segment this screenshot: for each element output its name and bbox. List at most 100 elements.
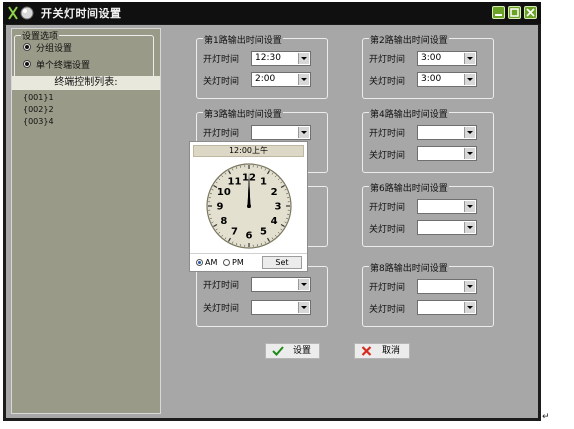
on-time-select[interactable]: 12:30 — [251, 51, 311, 66]
clock-number: 9 — [217, 202, 224, 213]
checkmark-icon — [272, 346, 284, 356]
group-title: 第8路输出时间设置 — [369, 261, 449, 274]
on-time-select[interactable] — [251, 277, 311, 292]
on-time-value: 12:30 — [255, 53, 281, 63]
maximize-icon — [510, 8, 519, 17]
window-title: 开关灯时间设置 — [41, 7, 122, 20]
off-time-select[interactable]: 2:00 — [251, 72, 311, 87]
dropdown-arrow-icon[interactable] — [298, 302, 309, 313]
on-time-value: 3:00 — [421, 53, 442, 63]
clock-number: 3 — [275, 202, 282, 213]
app-logo-icon — [8, 6, 34, 20]
terminal-list-item[interactable]: {003}4 — [23, 117, 54, 126]
clock-center — [247, 204, 251, 208]
time-picker-footer: AM PM Set — [190, 253, 307, 272]
on-time-label: 开灯时间 — [203, 281, 240, 291]
dropdown-arrow-icon[interactable] — [464, 222, 475, 233]
dropdown-arrow-icon[interactable] — [298, 74, 309, 85]
ok-button-label: 设置 — [293, 346, 312, 356]
off-time-value: 3:00 — [421, 74, 442, 84]
pm-radio[interactable] — [223, 259, 230, 266]
on-time-select[interactable] — [417, 279, 477, 294]
off-time-label: 关灯时间 — [203, 77, 240, 87]
output-group-6: 第6路输出时间设置 开灯时间 关灯时间 — [362, 181, 494, 247]
on-time-select[interactable] — [251, 125, 311, 140]
group-title: 第6路输出时间设置 — [369, 181, 449, 194]
off-time-label: 关灯时间 — [203, 304, 240, 314]
dropdown-arrow-icon[interactable] — [298, 279, 309, 290]
analog-clock-face[interactable]: 121234567891011 — [200, 161, 298, 251]
on-time-select[interactable] — [417, 199, 477, 214]
on-time-label: 开灯时间 — [369, 129, 406, 139]
corner-glyph: ↵ — [542, 412, 550, 422]
on-time-label: 开灯时间 — [369, 55, 406, 65]
minimize-button[interactable] — [492, 6, 505, 19]
off-time-label: 关灯时间 — [369, 225, 406, 235]
clock-number: 5 — [260, 227, 267, 238]
off-time-select[interactable] — [417, 220, 477, 235]
output-group-4: 第4路输出时间设置 开灯时间 关灯时间 — [362, 107, 494, 173]
off-time-label: 关灯时间 — [369, 77, 406, 87]
time-picker-popup: 12:00上午 121234567891011 AM PM Set — [189, 141, 308, 272]
dropdown-arrow-icon[interactable] — [464, 201, 475, 212]
dropdown-arrow-icon[interactable] — [464, 148, 475, 159]
on-time-label: 开灯时间 — [369, 203, 406, 213]
pm-label[interactable]: PM — [232, 258, 244, 267]
on-time-label: 开灯时间 — [203, 129, 240, 139]
clock-number: 1 — [260, 176, 267, 187]
group-title: 第2路输出时间设置 — [369, 33, 449, 46]
group-title: 第1路输出时间设置 — [203, 33, 283, 46]
on-time-label: 开灯时间 — [369, 283, 406, 293]
maximize-button[interactable] — [508, 6, 521, 19]
single-terminal-radio[interactable] — [23, 60, 31, 68]
settings-options-group: 设置选项 分组设置 单个终端设置 — [14, 29, 154, 79]
single-terminal-label[interactable]: 单个终端设置 — [36, 58, 90, 71]
clock-number: 10 — [217, 187, 231, 198]
clock-number: 7 — [231, 227, 238, 238]
clock-number: 6 — [246, 231, 253, 242]
x-icon — [361, 346, 372, 356]
dropdown-arrow-icon[interactable] — [464, 281, 475, 292]
clock-number: 4 — [271, 216, 278, 227]
time-picker-header: 12:00上午 — [193, 145, 304, 157]
clock-number: 2 — [271, 187, 278, 198]
off-time-label: 关灯时间 — [369, 151, 406, 161]
minimize-icon — [495, 14, 502, 16]
close-icon — [526, 8, 535, 17]
dropdown-arrow-icon[interactable] — [298, 127, 309, 138]
group-setting-radio[interactable] — [23, 43, 31, 51]
am-radio[interactable] — [196, 259, 203, 266]
ok-button[interactable]: 设置 — [265, 343, 320, 359]
left-pane: 设置选项 分组设置 单个终端设置 终端控制列表: {001}1 {002}2 {… — [11, 28, 161, 414]
group-title: 第4路输出时间设置 — [369, 107, 449, 120]
off-time-select[interactable] — [417, 146, 477, 161]
terminal-list-item[interactable]: {001}1 — [23, 93, 54, 102]
set-time-button[interactable]: Set — [262, 256, 302, 269]
group-setting-label[interactable]: 分组设置 — [36, 41, 72, 54]
dropdown-arrow-icon[interactable] — [298, 53, 309, 64]
output-group-2: 第2路输出时间设置 开灯时间 3:00 关灯时间 3:00 — [362, 33, 494, 99]
terminal-list-item[interactable]: {002}2 — [23, 105, 54, 114]
on-time-select[interactable]: 3:00 — [417, 51, 477, 66]
on-time-select[interactable] — [417, 125, 477, 140]
dropdown-arrow-icon[interactable] — [464, 74, 475, 85]
off-time-value: 2:00 — [255, 74, 276, 84]
off-time-select[interactable] — [417, 300, 477, 315]
terminal-list-header: 终端控制列表: — [12, 76, 160, 90]
on-time-label: 开灯时间 — [203, 55, 240, 65]
close-button[interactable] — [524, 6, 537, 19]
clock-number: 8 — [220, 216, 227, 227]
cancel-button[interactable]: 取消 — [354, 343, 410, 359]
off-time-select[interactable] — [251, 300, 311, 315]
dropdown-arrow-icon[interactable] — [464, 53, 475, 64]
group-title: 第3路输出时间设置 — [203, 107, 283, 120]
dropdown-arrow-icon[interactable] — [464, 302, 475, 313]
off-time-label: 关灯时间 — [369, 305, 406, 315]
clock-number: 11 — [228, 176, 242, 187]
output-group-1: 第1路输出时间设置 开灯时间 12:30 关灯时间 2:00 — [196, 33, 328, 99]
off-time-select[interactable]: 3:00 — [417, 72, 477, 87]
output-group-8: 第8路输出时间设置 开灯时间 关灯时间 — [362, 261, 494, 327]
am-label[interactable]: AM — [205, 258, 217, 267]
title-bar[interactable]: 开关灯时间设置 — [3, 2, 541, 24]
dropdown-arrow-icon[interactable] — [464, 127, 475, 138]
